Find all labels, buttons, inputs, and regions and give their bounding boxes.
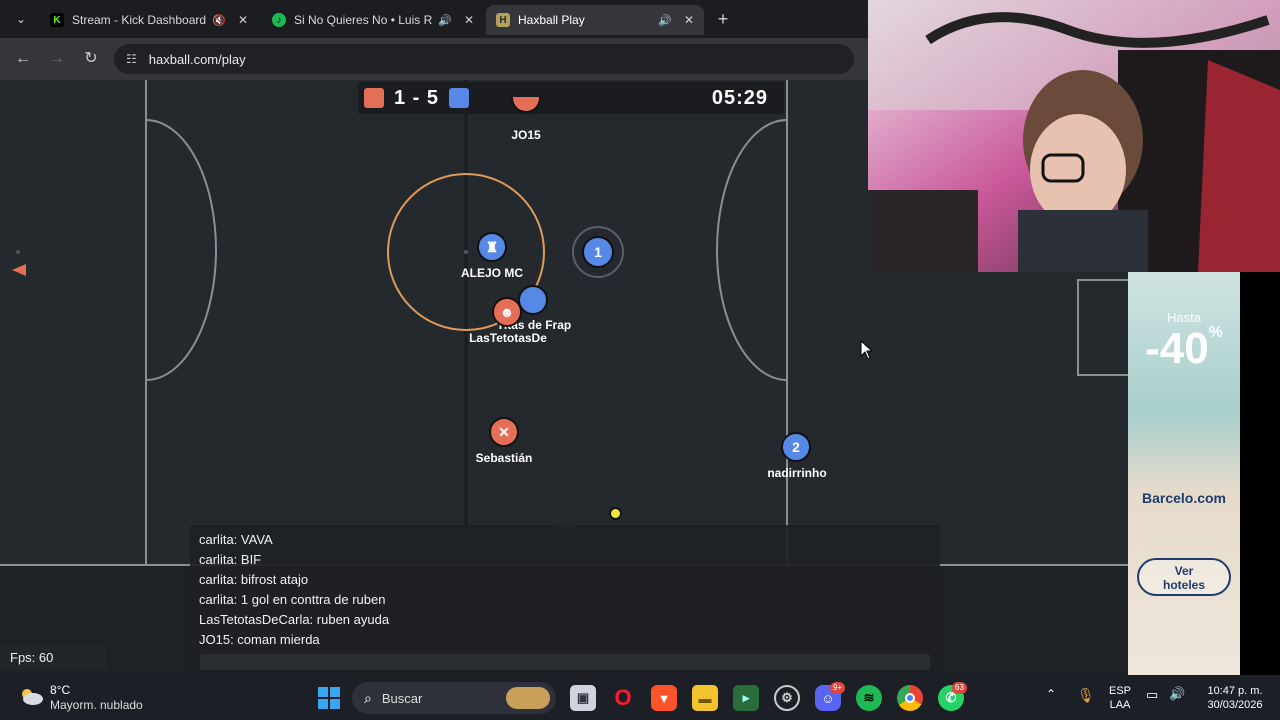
ad-discount: -40% (1128, 324, 1240, 374)
ad-discount-value: -40 (1145, 324, 1209, 373)
language-indicator[interactable]: ESP LAA (1104, 684, 1136, 712)
ad-view-hotels-button[interactable]: Ver hoteles (1137, 558, 1231, 596)
score: 1 - 5 (394, 86, 440, 109)
cloudy-weather-icon[interactable] (18, 685, 44, 707)
player-name: JO15 (511, 128, 541, 142)
player-disc-blue (518, 285, 548, 315)
player-name: Sebastián (475, 451, 533, 465)
clock-time: 10:47 p. m. (1207, 685, 1263, 697)
speaker-icon[interactable]: 🔊 (438, 14, 452, 27)
fps-counter: Fps: 60 (0, 646, 106, 670)
chat-message: JO15: coman mierda (199, 632, 320, 647)
network-icon[interactable]: ▭ (1146, 687, 1158, 703)
search-icon: ⌕ (364, 689, 372, 706)
reload-icon[interactable]: ↻ (80, 48, 102, 70)
volume-icon[interactable]: 🔊 (1169, 686, 1185, 702)
ad-cta-line: hoteles (1162, 578, 1205, 592)
mouse-cursor-icon (860, 340, 874, 360)
ball (609, 507, 622, 520)
player-disc-red: ☻ (492, 297, 522, 327)
windows-start-icon[interactable] (316, 685, 342, 711)
spotify-icon[interactable]: ≋ (856, 685, 882, 711)
whatsapp-badge: 63 (952, 682, 967, 694)
chat-input[interactable] (200, 654, 930, 670)
tab-kick-dashboard[interactable]: K Stream - Kick Dashboard 🔇 ✕ (40, 5, 258, 35)
player-disc-blue-own: 1 (582, 236, 614, 268)
discord-badge: 9+ (830, 682, 846, 694)
chat-message: carlita: bifrost atajo (199, 572, 309, 587)
clock-date: 30/03/2026 (1207, 699, 1263, 711)
ad-side-panel (1240, 272, 1280, 675)
close-tab-icon[interactable]: ✕ (684, 13, 694, 27)
browser-tab-strip: ⌄ K Stream - Kick Dashboard 🔇 ✕ ♪ Si No … (0, 0, 868, 38)
windows-taskbar: 8°C Mayorm. nublado ⌕ Buscar ▣ O ▼ ▬ ▸ ⚙… (0, 675, 1280, 720)
opera-icon[interactable]: O (610, 685, 636, 711)
close-tab-icon[interactable]: ✕ (464, 13, 474, 27)
player-disc-blue: 2 (781, 432, 811, 462)
keyboard-layout: LAA (1109, 699, 1131, 711)
address-bar[interactable]: ☷ haxball.com/play (114, 44, 854, 74)
file-explorer-icon[interactable]: ▬ (692, 685, 718, 711)
search-placeholder: Buscar (381, 690, 423, 706)
spotify-favicon-icon: ♪ (272, 13, 286, 27)
tab-title: Haxball Play (518, 13, 585, 27)
red-team-indicator (364, 88, 384, 108)
match-timer: 05:29 (711, 86, 768, 109)
forward-arrow-icon[interactable]: → (46, 48, 68, 70)
chat-message: carlita: VAVA (199, 532, 273, 547)
player-disc-red: ✕ (489, 417, 519, 447)
language-code: ESP (1108, 685, 1131, 697)
muted-speaker-icon[interactable]: 🔇 (212, 14, 226, 27)
steam-icon[interactable]: ⚙ (774, 685, 800, 711)
player-name: nadirrinho (767, 466, 827, 480)
player-name: LasTetotasDe (469, 331, 547, 345)
tab-spotify-song[interactable]: ♪ Si No Quieres No • Luis R C 🔊 ✕ (262, 5, 484, 35)
haxball-favicon-icon: H (496, 13, 510, 27)
tab-title: Stream - Kick Dashboard (72, 13, 207, 27)
ad-hasta-text: Hasta (1167, 310, 1201, 325)
kick-favicon-icon: K (50, 13, 64, 27)
chat-message: LasTetotasDeCarla: ruben ayuda (199, 612, 390, 627)
brave-icon[interactable]: ▼ (651, 685, 677, 711)
webcam-image (868, 0, 1280, 272)
search-highlight-image (506, 687, 550, 709)
back-arrow-icon[interactable]: ← (12, 48, 34, 70)
microphone-icon[interactable]: 🎙 (1077, 687, 1095, 704)
blue-team-indicator (449, 88, 470, 108)
webcam-overlay (868, 0, 1280, 272)
weather-description: Mayorm. nublado (50, 698, 143, 712)
chat-message: carlita: BIF (199, 552, 262, 567)
speaker-icon[interactable]: 🔊 (658, 14, 672, 27)
browser-toolbar: ← → ↻ ☷ haxball.com/play (0, 38, 868, 80)
url-text: haxball.com/play (148, 51, 246, 67)
chat-message: carlita: 1 gol en conttra de ruben (199, 592, 386, 607)
tab-haxball-play[interactable]: H Haxball Play 🔊 ✕ (486, 5, 704, 35)
player-name: ALEJO MC (460, 266, 523, 280)
barcelo-ad[interactable]: Hasta -40% Barcelo.com Ver hoteles (1128, 272, 1240, 675)
player-disc-blue: ♜ (477, 232, 507, 262)
ad-percent-sign: % (1208, 324, 1223, 341)
chrome-icon[interactable] (897, 685, 923, 711)
clock[interactable]: 10:47 p. m. 30/03/2026 (1196, 684, 1274, 712)
scoreboard: 1 - 5 05:29 (358, 82, 784, 114)
chat-panel: carlita: VAVA carlita: BIF carlita: bifr… (190, 525, 940, 675)
task-view-icon[interactable]: ▣ (570, 685, 596, 711)
chevron-up-icon[interactable]: ⌃ (1046, 687, 1056, 701)
site-settings-icon[interactable]: ☷ (126, 52, 137, 66)
weather-temperature: 8°C (50, 683, 71, 697)
taskbar-search-box[interactable]: ⌕ Buscar (352, 682, 556, 714)
tab-title: Si No Quieres No • Luis R C (294, 13, 433, 27)
app-icon[interactable]: ▸ (733, 685, 759, 711)
tab-search-menu-icon[interactable]: ⌄ (8, 8, 34, 30)
ad-brand: Barcelo.com (1141, 490, 1227, 506)
close-tab-icon[interactable]: ✕ (238, 13, 248, 27)
new-tab-plus-icon[interactable]: + (712, 8, 734, 30)
ad-cta-line: Ver (1174, 564, 1194, 578)
